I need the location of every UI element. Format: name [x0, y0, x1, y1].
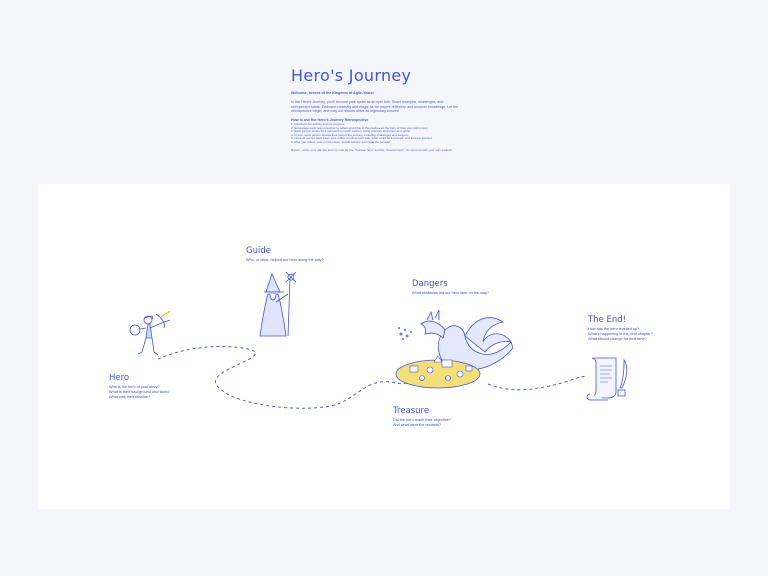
- section-question: What was their mission?: [109, 395, 151, 399]
- section-question: What should change for next time?: [588, 337, 647, 341]
- section-title: Guide: [246, 246, 271, 256]
- section-hero[interactable]: Hero Who is the hero of your story? What…: [109, 373, 170, 400]
- section-question: Who, or what, helped our hero along the …: [246, 258, 324, 262]
- section-title: The End!: [588, 315, 627, 325]
- scroll-illustration: [586, 357, 628, 401]
- treasure-illustration: [395, 355, 481, 389]
- wizard-illustration: [259, 271, 297, 337]
- journey-board[interactable]: Hero Who is the hero of your story? What…: [38, 184, 730, 509]
- section-title: Hero: [109, 373, 130, 383]
- hero-illustration: [129, 310, 171, 356]
- section-dangers[interactable]: Dangers What obstacles did our hero face…: [412, 279, 489, 296]
- section-the-end[interactable]: The End! How has the hero levelled up? W…: [588, 315, 653, 342]
- intro-panel: Hero's Journey Welcome, heroes of the Ki…: [291, 66, 491, 152]
- section-treasure[interactable]: Treasure Did the hero reach their object…: [393, 406, 451, 428]
- section-question: What obstacles did our hero face on the …: [412, 291, 490, 295]
- section-title: Dangers: [412, 279, 448, 289]
- section-title: Treasure: [393, 406, 430, 416]
- page-title: Hero's Journey: [291, 66, 412, 85]
- section-guide[interactable]: Guide Who, or what, helped our hero alon…: [246, 246, 324, 263]
- bonus-text: Bonus - at the end, ask the team to vote…: [291, 147, 453, 152]
- section-question: And what were the rewards?: [393, 423, 442, 427]
